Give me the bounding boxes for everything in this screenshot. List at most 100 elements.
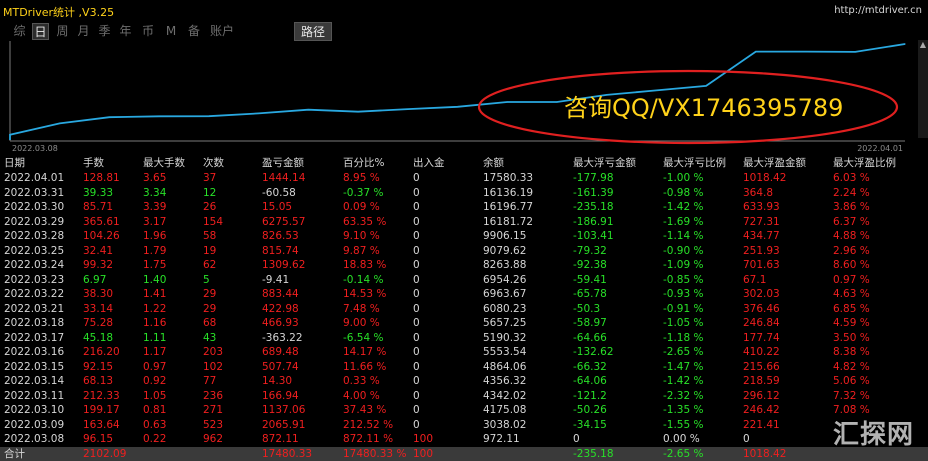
table-row[interactable]: 2022.03.3139.333.3412-60.58-0.37 %016136… <box>0 186 928 201</box>
table-cell: 68.13 <box>83 374 113 389</box>
column-header[interactable]: 手数 <box>83 156 104 171</box>
table-cell: 3.65 <box>143 171 166 186</box>
table-cell: -1.47 % <box>663 360 703 375</box>
x-tick-end: 2022.04.01 <box>857 144 903 153</box>
tab-7[interactable]: M <box>163 23 179 40</box>
tab-1[interactable]: 日 <box>32 23 49 40</box>
chart-scrollbar[interactable]: ▲ <box>918 40 928 138</box>
tab-0[interactable]: 综 <box>10 23 29 40</box>
table-cell: 43 <box>203 331 216 346</box>
table-cell: 302.03 <box>743 287 780 302</box>
table-cell: -132.62 <box>573 345 614 360</box>
table-row[interactable]: 2022.03.11212.331.05236166.944.00 %04342… <box>0 389 928 404</box>
table-row[interactable]: 2022.03.10199.170.812711137.0637.43 %041… <box>0 403 928 418</box>
table-cell: 422.98 <box>262 302 299 317</box>
table-cell: -1.05 % <box>663 316 703 331</box>
table-cell: 0 <box>413 374 420 389</box>
tab-6[interactable]: 币 <box>139 23 157 40</box>
table-cell: 14.17 % <box>343 345 386 360</box>
table-cell: -103.41 <box>573 229 614 244</box>
table-cell: 3.50 % <box>833 331 870 346</box>
column-header[interactable]: 次数 <box>203 156 224 171</box>
column-header[interactable]: 最大浮盈金额 <box>743 156 806 171</box>
table-cell: 合计 <box>4 447 25 461</box>
table-cell: -79.32 <box>573 244 607 259</box>
table-cell: 1.75 <box>143 258 166 273</box>
table-row[interactable]: 2022.03.0896.150.22962872.11872.11 %1009… <box>0 432 928 447</box>
table-row[interactable]: 2022.03.2499.321.75621309.6218.83 %08263… <box>0 258 928 273</box>
column-header[interactable]: 最大浮亏比例 <box>663 156 726 171</box>
tab-4[interactable]: 季 <box>96 23 113 40</box>
table-cell: 1018.42 <box>743 447 786 461</box>
table-row[interactable]: 2022.03.2238.301.4129883.4414.53 %06963.… <box>0 287 928 302</box>
column-header[interactable]: 最大浮亏金额 <box>573 156 636 171</box>
table-cell: 100 <box>413 447 433 461</box>
table-row[interactable]: 2022.04.01128.813.65371444.148.95 %01758… <box>0 171 928 186</box>
tab-8[interactable]: 备 <box>184 23 204 40</box>
column-header[interactable]: 余额 <box>483 156 504 171</box>
table-row[interactable]: 2022.03.09163.640.635232065.91212.52 %03… <box>0 418 928 433</box>
table-cell: -2.32 % <box>663 389 703 404</box>
table-row[interactable]: 2022.03.2133.141.2229422.987.48 %06080.2… <box>0 302 928 317</box>
table-cell: 58 <box>203 229 216 244</box>
tab-path[interactable]: 路径 <box>294 22 332 41</box>
table-row[interactable]: 2022.03.236.971.405-9.41-0.14 %06954.26-… <box>0 273 928 288</box>
tab-5[interactable]: 年 <box>117 23 134 40</box>
table-cell: -34.15 <box>573 418 607 433</box>
table-cell: 4175.08 <box>483 403 526 418</box>
table-cell: 727.31 <box>743 215 780 230</box>
table-cell: 6.03 % <box>833 171 870 186</box>
table-cell: 16181.72 <box>483 215 533 230</box>
column-header[interactable]: 出入金 <box>413 156 445 171</box>
table-cell: 0.09 % <box>343 200 380 215</box>
column-header[interactable]: 盈亏金额 <box>262 156 304 171</box>
table-cell: -0.37 % <box>343 186 383 201</box>
column-header[interactable]: 日期 <box>4 156 25 171</box>
table-cell: 872.11 <box>262 432 299 447</box>
chart-point <box>258 113 259 114</box>
table-row[interactable]: 2022.03.1592.150.97102507.7411.66 %04864… <box>0 360 928 375</box>
table-row[interactable]: 2022.03.29365.613.171546275.5763.35 %016… <box>0 215 928 230</box>
table-cell: 1.05 <box>143 389 166 404</box>
table-cell: -1.69 % <box>663 215 703 230</box>
table-cell: 102 <box>203 360 223 375</box>
table-total-row[interactable]: 合计2102.0917480.3317480.33 %100-235.18-2.… <box>0 447 928 461</box>
table-cell: -1.35 % <box>663 403 703 418</box>
scroll-up-icon[interactable]: ▲ <box>918 40 928 50</box>
table-cell: 18.83 % <box>343 258 386 273</box>
tab-2[interactable]: 周 <box>54 23 71 40</box>
column-header[interactable]: 最大手数 <box>143 156 185 171</box>
table-cell: -235.18 <box>573 200 614 215</box>
table-row[interactable]: 2022.03.1468.130.927714.300.33 %04356.32… <box>0 374 928 389</box>
table-row[interactable]: 2022.03.28104.261.9658826.539.10 %09906.… <box>0 229 928 244</box>
table-cell: 85.71 <box>83 200 113 215</box>
table-cell: 6963.67 <box>483 287 526 302</box>
table-cell: 1.16 <box>143 316 166 331</box>
table-row[interactable]: 2022.03.3085.713.392615.050.09 %016196.7… <box>0 200 928 215</box>
table-cell: 962 <box>203 432 223 447</box>
tab-3[interactable]: 月 <box>75 23 92 40</box>
column-header[interactable]: 最大浮盈比例 <box>833 156 896 171</box>
table-cell: 701.63 <box>743 258 780 273</box>
table-cell: 0 <box>413 258 420 273</box>
table-cell: 17480.33 <box>262 447 312 461</box>
table-cell: -65.78 <box>573 287 607 302</box>
tab-9[interactable]: 账户 <box>209 23 235 40</box>
table-row[interactable]: 2022.03.2532.411.7919815.749.87 %09079.6… <box>0 244 928 259</box>
table-cell: 2022.03.31 <box>4 186 64 201</box>
table-cell: 7.32 % <box>833 389 870 404</box>
table-cell: -186.91 <box>573 215 614 230</box>
table-row[interactable]: 2022.03.16216.201.17203689.4814.17 %0555… <box>0 345 928 360</box>
table-cell: -9.41 <box>262 273 289 288</box>
site-link[interactable]: http://mtdriver.cn <box>834 5 922 16</box>
table-cell: 2022.03.23 <box>4 273 64 288</box>
table-cell: 37 <box>203 171 216 186</box>
column-header[interactable]: 百分比% <box>343 156 384 171</box>
table-cell: 883.44 <box>262 287 299 302</box>
chart-point <box>208 116 209 117</box>
table-cell: 0 <box>413 244 420 259</box>
table-row[interactable]: 2022.03.1875.281.1668466.939.00 %05657.2… <box>0 316 928 331</box>
table-cell: 1444.14 <box>262 171 305 186</box>
table-cell: 872.11 % <box>343 432 393 447</box>
table-row[interactable]: 2022.03.1745.181.1143-363.22-6.54 %05190… <box>0 331 928 346</box>
